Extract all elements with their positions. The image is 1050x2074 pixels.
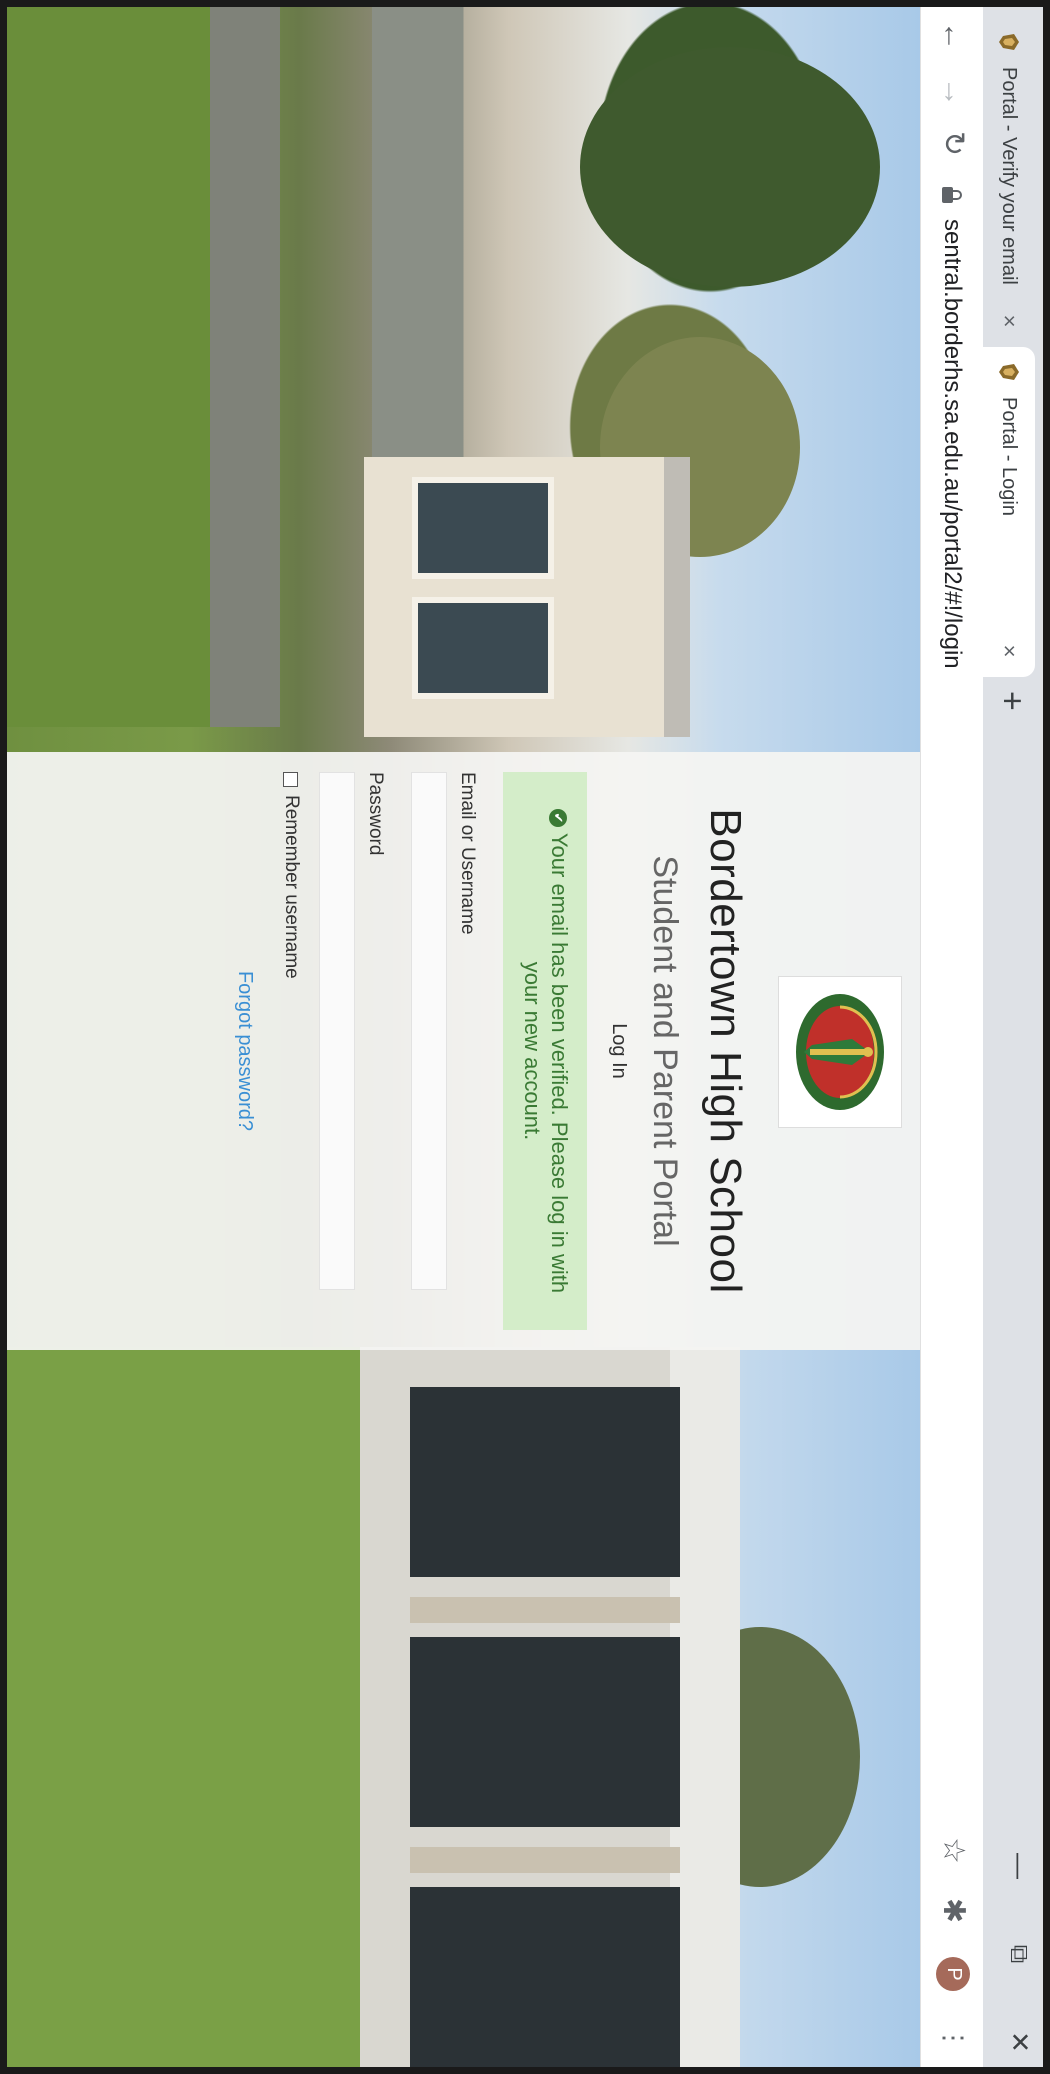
remember-username[interactable]: Remember username [280,772,302,979]
school-favicon [999,34,1019,50]
check-circle-icon: ✔ [548,808,567,827]
school-favicon [999,364,1019,380]
restore-button[interactable]: ⧉ [1003,1939,1035,1969]
remember-checkbox[interactable] [283,772,299,787]
path [210,7,280,727]
school-logo [778,976,902,1128]
email-label: Email or Username [457,772,478,935]
background-photo-left [7,7,920,737]
window [410,1887,680,2067]
forgot-password-link[interactable]: Forgot password? [233,752,256,1350]
lawn [7,1347,360,2067]
tab-title: Portal - Verify your email [998,67,1021,285]
toolbar-right-icons: ☆ ✱ P ⋮ [936,1837,971,2049]
background-photo-right [7,1347,920,2067]
page-background: Bordertown High School Student and Paren… [7,7,920,2067]
url-text[interactable]: sentral.borderhs.sa.edu.au/portal2/#!/lo… [938,219,966,669]
forward-button[interactable]: → [935,77,971,107]
back-button[interactable]: ← [935,21,971,51]
password-field[interactable] [319,772,355,1290]
school-name: Bordertown High School [701,808,750,1294]
bookmark-star-icon[interactable]: ☆ [936,1837,971,1864]
window-controls: — ⧉ ✕ [1003,1851,1035,2057]
lawn [7,7,210,727]
remember-label[interactable]: Remember username [280,795,302,979]
tab-strip: Portal - Verify your email × Portal - Lo… [983,7,1043,2067]
email-field[interactable] [411,772,447,1290]
browser-toolbar: ← → ↻ sentral.borderhs.sa.edu.au/portal2… [920,7,983,2067]
tab-close-icon[interactable]: × [996,639,1022,663]
school-crest-icon [796,994,885,1110]
window [410,1387,680,1577]
alert-message: Your email has been verified. Please log… [520,832,572,1294]
lock-icon[interactable] [942,187,962,203]
success-alert: ✔ Your email has been verified. Please lo… [503,772,587,1330]
address-bar[interactable]: sentral.borderhs.sa.edu.au/portal2/#!/lo… [929,187,975,1867]
tab-login[interactable]: Portal - Login × [983,347,1035,677]
window [412,597,554,699]
tab-title: Portal - Login [998,397,1021,516]
tab-verify-email[interactable]: Portal - Verify your email × [983,17,1035,347]
password-label: Password [365,772,386,856]
pillar [410,1597,680,1623]
menu-icon[interactable]: ⋮ [938,2025,969,2049]
close-window-button[interactable]: ✕ [1003,2027,1035,2057]
minimize-button[interactable]: — [1003,1851,1035,1881]
portal-name: Student and Parent Portal [646,855,684,1247]
browser-window: Portal - Verify your email × Portal - Lo… [7,7,1043,2067]
profile-avatar[interactable]: P [936,1957,971,1991]
window [410,1637,680,1827]
new-tab-button[interactable]: + [993,691,1031,711]
login-heading: Log In [608,1023,630,1079]
login-panel: Bordertown High School Student and Paren… [7,752,920,1350]
tree-shape [580,47,880,287]
puzzle-icon[interactable]: ✱ [936,1898,971,1923]
building-left [364,457,690,737]
pillar [410,1847,680,1873]
reload-button[interactable]: ↻ [935,131,971,156]
window [412,477,554,579]
tab-close-icon[interactable]: × [996,309,1022,333]
